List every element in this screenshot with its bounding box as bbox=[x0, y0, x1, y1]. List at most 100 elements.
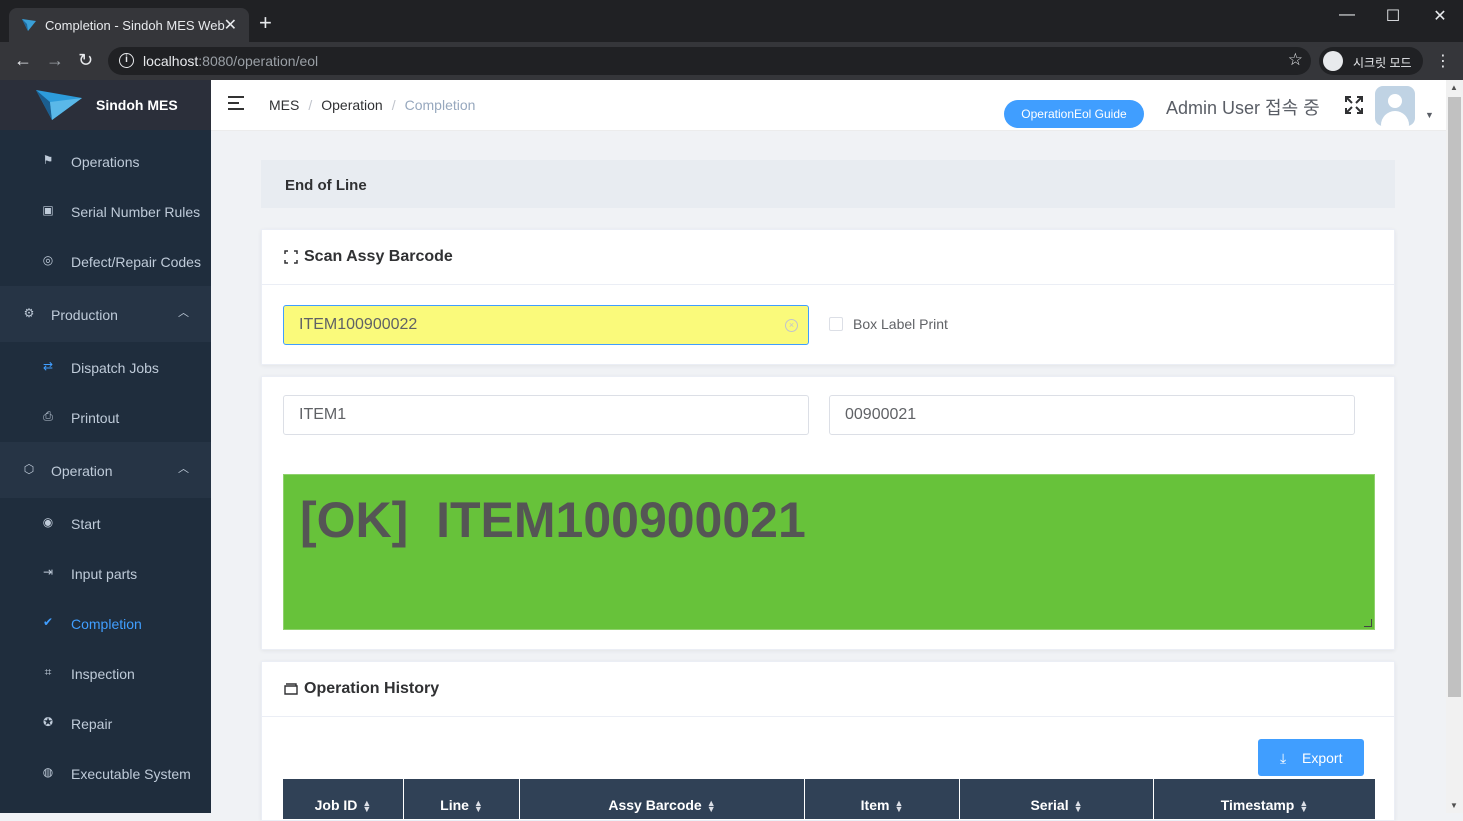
breadcrumb-mes[interactable]: MES bbox=[269, 97, 299, 113]
incognito-icon bbox=[1323, 51, 1343, 71]
sidebar-item-input-parts[interactable]: ⇥ Input parts bbox=[0, 549, 211, 599]
sidebar-item-printout[interactable]: ⎙ Printout bbox=[0, 393, 211, 443]
globe-icon: ◍ bbox=[42, 765, 54, 779]
incognito-label: 시크릿 모드 bbox=[1353, 56, 1412, 70]
result-textarea[interactable]: [OK] ITEM100900021 bbox=[283, 474, 1375, 630]
box-label-print-checkbox[interactable] bbox=[829, 317, 843, 331]
sidebar-item-repair[interactable]: ✪ Repair bbox=[0, 699, 211, 749]
serial-input[interactable] bbox=[829, 395, 1355, 435]
maximize-icon[interactable]: ☐ bbox=[1378, 6, 1408, 26]
sidebar-group-operation[interactable]: ⬡ Operation ︿ bbox=[0, 442, 211, 498]
tag-icon: ▣ bbox=[42, 203, 54, 217]
browser-menu-icon[interactable]: ⋮ bbox=[1435, 51, 1451, 71]
sidebar-item-label: Defect/Repair Codes bbox=[71, 254, 201, 270]
top-navbar: MES / Operation / Completion OperationEol Gu… bbox=[211, 80, 1446, 131]
swap-icon: ⇄ bbox=[42, 359, 54, 373]
favicon-icon bbox=[22, 19, 36, 31]
sidebar-item-label: Input parts bbox=[71, 566, 138, 582]
close-tab-icon[interactable]: ✕ bbox=[224, 15, 237, 35]
browser-toolbar: ← → ↻ i localhost:8080/operation/eol ☆ 시… bbox=[0, 42, 1463, 80]
sort-icon: ▲ ▼ bbox=[894, 798, 904, 815]
sort-icon: ▲ ▼ bbox=[706, 798, 716, 815]
back-icon[interactable]: ← bbox=[14, 50, 32, 71]
box-label-print-label[interactable]: Box Label Print bbox=[853, 316, 948, 332]
sidebar-item-inspection[interactable]: ⌗ Inspection bbox=[0, 649, 211, 699]
result-text: [OK] ITEM100900021 bbox=[300, 492, 806, 548]
close-window-icon[interactable]: ✕ bbox=[1425, 6, 1455, 26]
avatar[interactable] bbox=[1375, 86, 1415, 126]
column-header-item[interactable]: Item ▲ ▼ bbox=[805, 779, 960, 819]
flag-icon: ⚑ bbox=[42, 153, 54, 167]
sidebar: Sindoh MES ⚑ Operations ▣ Serial Number … bbox=[0, 80, 211, 813]
column-header-line[interactable]: Line ▲ ▼ bbox=[404, 779, 520, 819]
barcode-field[interactable] bbox=[284, 306, 808, 344]
sidebar-item-executable-system[interactable]: ◍ Executable System bbox=[0, 749, 211, 799]
item-input[interactable] bbox=[283, 395, 809, 435]
sidebar-item-label: Completion bbox=[71, 616, 142, 632]
caret-down-icon[interactable]: ▼ bbox=[1425, 110, 1434, 120]
hamburger-icon[interactable] bbox=[228, 95, 246, 111]
sidebar-item-defect-repair-codes[interactable]: ◎ Defect/Repair Codes bbox=[0, 237, 211, 287]
clear-icon[interactable]: × bbox=[785, 319, 798, 332]
sidebar-item-label: Operations bbox=[71, 154, 140, 170]
logo-icon bbox=[36, 90, 82, 120]
sidebar-item-label: Repair bbox=[71, 716, 113, 732]
sidebar-item-dispatch-jobs[interactable]: ⇄ Dispatch Jobs bbox=[0, 343, 211, 393]
sort-icon: ▲ ▼ bbox=[362, 798, 372, 815]
sidebar-item-label: Inspection bbox=[71, 666, 135, 682]
sidebar-item-start[interactable]: ◉ Start bbox=[0, 499, 211, 549]
sidebar-item-serial-number-rules[interactable]: ▣ Serial Number Rules bbox=[0, 187, 211, 237]
box-icon: ⬡ bbox=[23, 462, 35, 476]
sidebar-group-production[interactable]: ⚙ Production ︿ bbox=[0, 286, 211, 342]
export-label: Export bbox=[1302, 750, 1343, 766]
history-card: Operation History ⤓ Export Job ID ▲ ▼ Line… bbox=[261, 661, 1395, 821]
app-name: Sindoh MES bbox=[96, 97, 178, 113]
serial-field[interactable] bbox=[830, 396, 1354, 434]
fullscreen-icon[interactable] bbox=[1345, 96, 1363, 114]
export-button[interactable]: ⤓ Export bbox=[1258, 739, 1364, 776]
address-bar[interactable]: i localhost:8080/operation/eol ☆ bbox=[108, 47, 1311, 75]
column-header-job-id[interactable]: Job ID ▲ ▼ bbox=[283, 779, 404, 819]
new-tab-icon[interactable]: + bbox=[259, 12, 272, 34]
column-header-assy-barcode[interactable]: Assy Barcode ▲ ▼ bbox=[520, 779, 805, 819]
history-card-title: Operation History bbox=[304, 680, 440, 697]
site-info-icon[interactable]: i bbox=[119, 53, 134, 68]
forward-icon[interactable]: → bbox=[46, 50, 64, 71]
download-icon: ⤓ bbox=[1280, 750, 1287, 766]
minimize-icon[interactable]: — bbox=[1332, 6, 1362, 24]
scan-card-title: Scan Assy Barcode bbox=[304, 248, 453, 265]
page-scrollbar[interactable]: ▲ ▼ bbox=[1446, 80, 1463, 813]
column-header-serial[interactable]: Serial ▲ ▼ bbox=[960, 779, 1154, 819]
operation-guide-button[interactable]: OperationEol Guide bbox=[1004, 100, 1144, 128]
history-table-header: Job ID ▲ ▼ Line ▲ ▼ Assy Barcode ▲ ▼ Item ▲ ▼ Se… bbox=[283, 779, 1375, 819]
sidebar-group-label: Operation bbox=[51, 463, 113, 479]
sort-icon: ▲ ▼ bbox=[1073, 798, 1083, 815]
chevron-up-icon: ︿ bbox=[178, 307, 189, 319]
enter-icon: ⇥ bbox=[42, 565, 54, 579]
sidebar-item-completion[interactable]: ✔ Completion bbox=[0, 599, 211, 649]
sort-icon: ▲ ▼ bbox=[1299, 798, 1309, 815]
url-text[interactable]: localhost:8080/operation/eol bbox=[143, 53, 318, 69]
reload-icon[interactable]: ↻ bbox=[78, 50, 93, 71]
breadcrumb: MES / Operation / Completion bbox=[269, 97, 476, 113]
search-circle-icon: ◎ bbox=[42, 253, 54, 267]
scan-frame-icon bbox=[284, 250, 298, 264]
chevron-up-icon: ︿ bbox=[178, 463, 189, 475]
breadcrumb-completion: Completion bbox=[404, 97, 476, 113]
scan-icon: ⌗ bbox=[44, 665, 52, 679]
breadcrumb-operation[interactable]: Operation bbox=[321, 97, 382, 113]
barcode-input[interactable]: × bbox=[283, 305, 809, 345]
page-title-bar: End of Line bbox=[261, 160, 1395, 208]
browser-tab[interactable]: Completion - Sindoh MES Web ✕ bbox=[9, 8, 249, 42]
play-circle-icon: ◉ bbox=[42, 515, 54, 529]
item-field[interactable] bbox=[284, 396, 808, 434]
bookmark-star-icon[interactable]: ☆ bbox=[1288, 50, 1303, 70]
incognito-badge[interactable]: 시크릿 모드 bbox=[1319, 47, 1423, 75]
sidebar-item-label: Start bbox=[71, 516, 101, 532]
app-logo[interactable]: Sindoh MES bbox=[0, 80, 211, 130]
resize-grip-icon[interactable] bbox=[1364, 619, 1372, 627]
column-header-timestamp[interactable]: Timestamp ▲ ▼ bbox=[1154, 779, 1375, 819]
sidebar-item-operations[interactable]: ⚑ Operations bbox=[0, 137, 211, 187]
history-card-header: Operation History bbox=[262, 662, 1394, 717]
compass-icon: ✪ bbox=[42, 715, 54, 729]
